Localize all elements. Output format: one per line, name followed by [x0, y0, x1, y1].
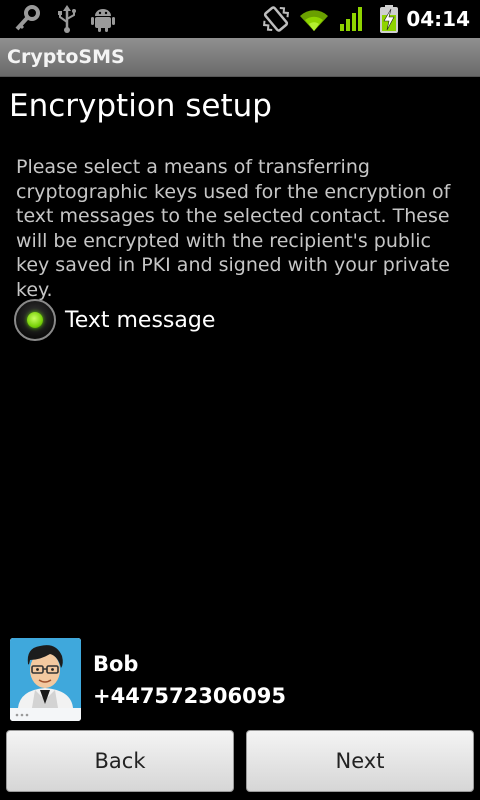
option-label: Text message	[65, 307, 216, 333]
status-bar: 04:14	[0, 0, 480, 38]
avatar	[10, 638, 81, 721]
wifi-icon	[300, 10, 328, 31]
android-debug-icon	[91, 9, 115, 32]
back-button[interactable]: Back	[6, 730, 234, 792]
contact-name: Bob	[93, 652, 139, 676]
contact-info: Bob +447572306095	[0, 630, 480, 726]
next-button[interactable]: Next	[246, 730, 474, 792]
option-text-message[interactable]: Text message	[14, 297, 215, 343]
status-time: 04:14	[406, 7, 470, 31]
contact-phone: +447572306095	[93, 684, 286, 708]
app-title-bar: CryptoSMS	[0, 38, 480, 77]
vibrate-icon	[263, 6, 289, 32]
battery-charging-icon	[380, 5, 398, 33]
key-icon	[15, 5, 40, 31]
radio-button[interactable]	[14, 299, 56, 341]
app-title: CryptoSMS	[7, 46, 125, 68]
usb-icon	[58, 5, 76, 33]
contact-avatar-icon	[10, 638, 81, 721]
signal-icon	[340, 7, 362, 31]
radio-selected-indicator	[27, 312, 43, 328]
description-text: Please select a means of transferring cr…	[16, 156, 451, 301]
page-title: Encryption setup	[9, 88, 272, 124]
